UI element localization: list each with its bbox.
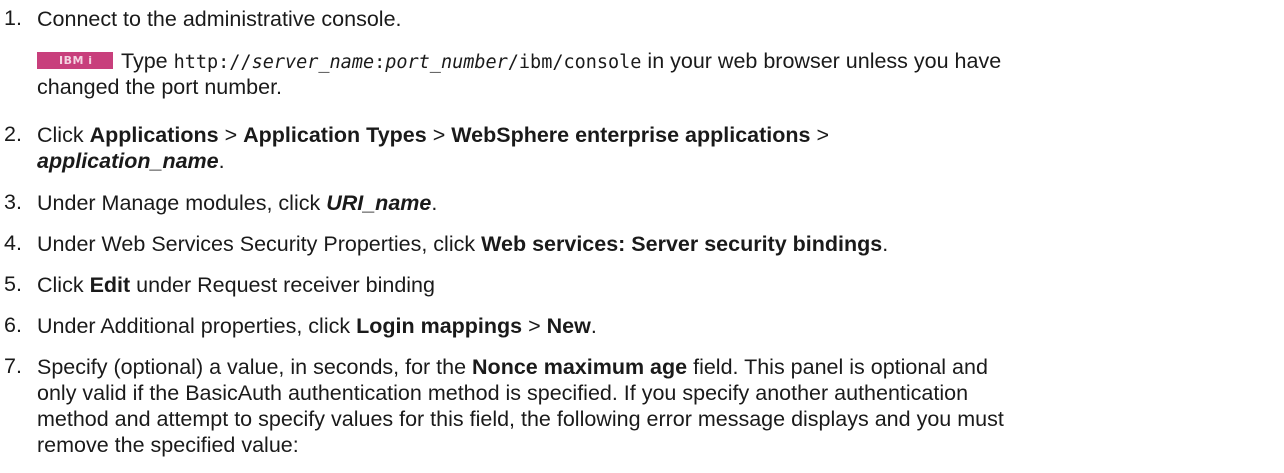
ibm-i-badge-icon: IBM i xyxy=(37,52,113,69)
server-security-bindings-link: Web services: Server security bindings xyxy=(481,232,883,256)
step-number: 2. xyxy=(4,122,22,146)
note-text-post: in your web browser unless you have xyxy=(647,49,1002,73)
step-text: Connect to the administrative console. xyxy=(37,6,1264,32)
console-url: http://server_name:port_number/ibm/conso… xyxy=(174,52,642,73)
step-6-pre: Under Additional properties, click xyxy=(37,314,351,338)
separator: > xyxy=(528,314,541,338)
step-number: 3. xyxy=(4,190,22,214)
separator: > xyxy=(432,123,446,147)
step-number: 5. xyxy=(4,272,22,296)
step-3-pre: Under Manage modules, click xyxy=(37,191,321,215)
note-text-line2: changed the port number. xyxy=(37,75,283,99)
separator: > xyxy=(816,123,830,147)
period: . xyxy=(590,314,597,338)
url-port-number: port_number xyxy=(385,52,508,73)
url-server-name: server_name xyxy=(251,52,375,73)
edit-link: Edit xyxy=(89,273,131,297)
uri-name-placeholder: URI_name xyxy=(326,191,432,215)
step-2-pre: Click xyxy=(37,123,84,147)
nav-websphere-enterprise-applications: WebSphere enterprise applications xyxy=(451,123,811,147)
step-text: Under Additional properties, click Login… xyxy=(37,313,1264,339)
step-7-line-3: method and attempt to specify values for… xyxy=(37,407,1004,431)
ibm-i-badge-label: IBM i xyxy=(59,54,93,67)
step-5-post: under Request receiver binding xyxy=(136,273,435,297)
step-7-line-4: remove the specified value: xyxy=(37,433,299,457)
nav-applications: Applications xyxy=(89,123,219,147)
step-number: 7. xyxy=(4,354,22,378)
period: . xyxy=(218,149,225,173)
application-name-placeholder: application_name xyxy=(37,149,219,173)
step-text: Under Manage modules, click URI_name. xyxy=(37,190,1264,216)
new-link: New xyxy=(546,314,591,338)
step-number: 4. xyxy=(4,231,22,255)
step-text: Under Web Services Security Properties, … xyxy=(37,231,1264,257)
period: . xyxy=(882,232,889,256)
url-scheme: http:// xyxy=(173,52,252,73)
step-7-pre: Specify (optional) a value, in seconds, … xyxy=(37,355,467,379)
nonce-maximum-age-field-label: Nonce maximum age xyxy=(472,355,688,379)
login-mappings-link: Login mappings xyxy=(356,314,523,338)
note-text-pre: Type xyxy=(121,49,168,73)
step-text: Click Edit under Request receiver bindin… xyxy=(37,272,1264,298)
step-4-pre: Under Web Services Security Properties, … xyxy=(37,232,476,256)
step-1-text: Connect to the administrative console. xyxy=(37,7,402,31)
step-text: Specify (optional) a value, in seconds, … xyxy=(37,354,1264,458)
ibm-i-note: IBM i Type http://server_name:port_number… xyxy=(37,49,1264,100)
step-number: 6. xyxy=(4,313,22,337)
step-7-post: field. This panel is optional and xyxy=(693,355,988,379)
url-colon: : xyxy=(374,52,386,73)
step-text: Click Applications > Application Types >… xyxy=(37,122,1264,174)
step-number: 1. xyxy=(4,6,22,30)
url-path: /ibm/console xyxy=(507,52,642,73)
nav-application-types: Application Types xyxy=(243,123,427,147)
period: . xyxy=(431,191,438,215)
step-7-line-2: only valid if the BasicAuth authenticati… xyxy=(37,381,969,405)
step-5-pre: Click xyxy=(37,273,84,297)
separator: > xyxy=(224,123,238,147)
